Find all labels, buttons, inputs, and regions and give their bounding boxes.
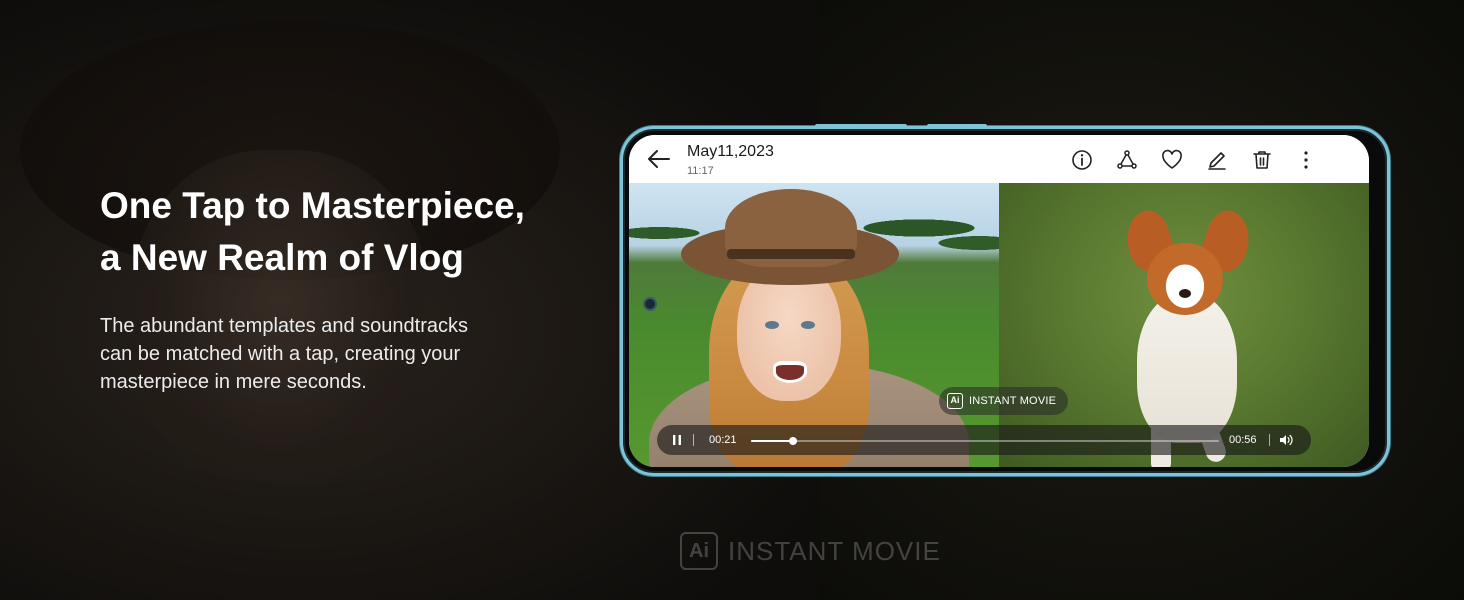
progress-handle[interactable] <box>789 437 798 445</box>
more-icon[interactable] <box>1295 149 1317 171</box>
headline-line-2: a New Realm of Vlog <box>100 237 464 278</box>
ai-badge-icon: Ai <box>680 532 718 570</box>
photo-time: 11:17 <box>687 165 714 177</box>
gallery-top-bar: May11,2023 11:17 <box>629 135 1369 183</box>
eye-left <box>765 321 779 329</box>
dog-body <box>1137 293 1237 443</box>
total-time: 00:56 <box>1229 434 1257 446</box>
headline-line-1: One Tap to Masterpiece, <box>100 185 525 226</box>
volume-button <box>815 124 907 128</box>
instant-movie-label: INSTANT MOVIE <box>969 395 1057 407</box>
dog-nose <box>1179 289 1191 298</box>
favorite-icon[interactable] <box>1161 149 1183 171</box>
edit-icon[interactable] <box>1206 149 1228 171</box>
phone-device: May11,2023 11:17 Ai INSTANT MOVIE 00:21 … <box>620 124 1390 476</box>
dog-head <box>1147 243 1223 315</box>
divider <box>693 434 694 446</box>
divider <box>1269 434 1270 446</box>
front-camera-icon <box>643 297 657 311</box>
hat-band <box>727 249 855 259</box>
delete-icon[interactable] <box>1251 149 1273 171</box>
progress-slider[interactable] <box>751 437 1219 445</box>
watermark-label: INSTANT MOVIE <box>728 535 941 566</box>
instant-movie-watermark: Ai INSTANT MOVIE <box>680 532 941 570</box>
info-icon[interactable] <box>1071 149 1093 171</box>
mouth <box>773 361 807 383</box>
gallery-screen: May11,2023 11:17 Ai INSTANT MOVIE 00:21 … <box>629 135 1369 467</box>
power-button <box>927 124 987 128</box>
eye-right <box>801 321 815 329</box>
instant-movie-button[interactable]: Ai INSTANT MOVIE <box>939 387 1069 415</box>
video-player-controls: 00:21 00:56 <box>657 425 1311 455</box>
photo-date: May11,2023 <box>687 143 774 160</box>
share-icon[interactable] <box>1116 149 1138 171</box>
back-arrow-icon[interactable] <box>647 149 671 169</box>
progress-fill <box>751 440 794 442</box>
volume-icon[interactable] <box>1279 433 1293 447</box>
ai-badge-icon: Ai <box>947 393 963 409</box>
hero-description: The abundant templates and soundtracks c… <box>100 315 469 393</box>
hero-headline: One Tap to Masterpiece, a New Realm of V… <box>100 180 620 284</box>
pause-icon[interactable] <box>671 434 683 446</box>
current-time: 00:21 <box>709 434 737 446</box>
